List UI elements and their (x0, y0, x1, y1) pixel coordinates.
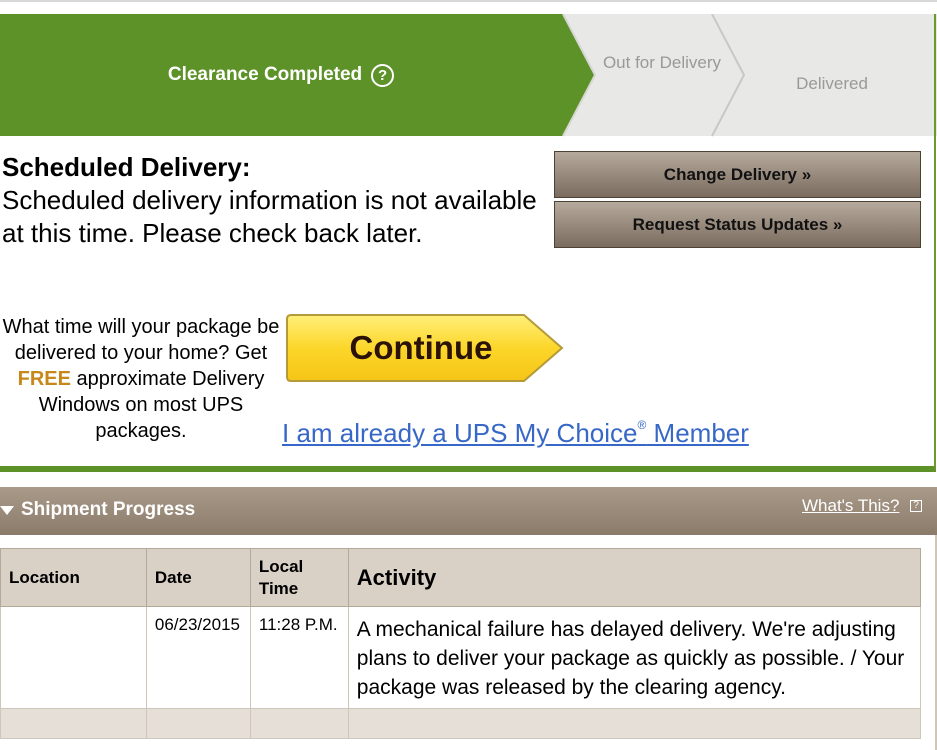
question-circle-icon[interactable]: ? (371, 63, 395, 87)
member-link-text: I am already a UPS My Choice (282, 418, 638, 448)
continue-button[interactable]: Continue (286, 314, 566, 384)
member-link-suffix: Member (646, 418, 749, 448)
step-current-label: Clearance Completed (167, 64, 363, 85)
promo-get: Get (234, 342, 268, 364)
cell-date (145, 708, 251, 739)
shipment-progress-header[interactable]: Shipment Progress What's This? ? (0, 487, 937, 535)
cell-activity (347, 708, 922, 739)
cell-time: 11:28 P.M. (249, 606, 349, 709)
cell-time (249, 708, 349, 739)
scheduled-delivery-message: Scheduled delivery information is not av… (2, 185, 537, 248)
my-choice-member-link[interactable]: I am already a UPS My Choice® Member (282, 418, 749, 449)
change-delivery-button[interactable]: Change Delivery » (554, 151, 921, 198)
promo-free: FREE (17, 368, 71, 390)
shipment-progress-toggle[interactable]: Shipment Progress (0, 499, 195, 521)
cell-location (0, 708, 147, 739)
cell-location (0, 606, 147, 709)
help-box-icon[interactable]: ? (910, 500, 922, 512)
step-clearance-completed: Clearance Completed ? (0, 14, 562, 136)
column-header-date: Date (145, 548, 251, 607)
step-out-for-delivery: Out for Delivery (602, 53, 722, 72)
column-header-location: Location (0, 548, 147, 607)
continue-label: Continue (349, 329, 493, 366)
step-delivered: Delivered (796, 74, 868, 93)
shipment-progress-title: Shipment Progress (21, 499, 196, 520)
whats-this-link[interactable]: What's This? (802, 496, 899, 516)
column-header-local-time: Local Time (249, 548, 349, 607)
cell-date: 06/23/2015 (145, 606, 251, 709)
table-row (0, 708, 922, 739)
registered-mark: ® (637, 418, 647, 432)
my-choice-promo-text: What time will your package be delivered… (0, 314, 282, 444)
column-header-activity: Activity (347, 548, 922, 607)
promo-line-b: approximate Delivery Windows on most UPS… (38, 368, 265, 442)
progress-tracker: Clearance Completed ? Out for Delivery D… (0, 14, 937, 138)
table-row: 06/23/2015 11:28 P.M. A mechanical failu… (0, 606, 922, 709)
request-status-updates-button[interactable]: Request Status Updates » (554, 201, 921, 248)
collapse-triangle-icon (0, 505, 14, 515)
scheduled-delivery-title: Scheduled Delivery: (2, 152, 251, 182)
shipment-activity-table: Location Date Local Time Activity 06/23/… (0, 548, 922, 739)
top-divider (0, 0, 937, 2)
cell-activity: A mechanical failure has delayed deliver… (347, 606, 922, 709)
